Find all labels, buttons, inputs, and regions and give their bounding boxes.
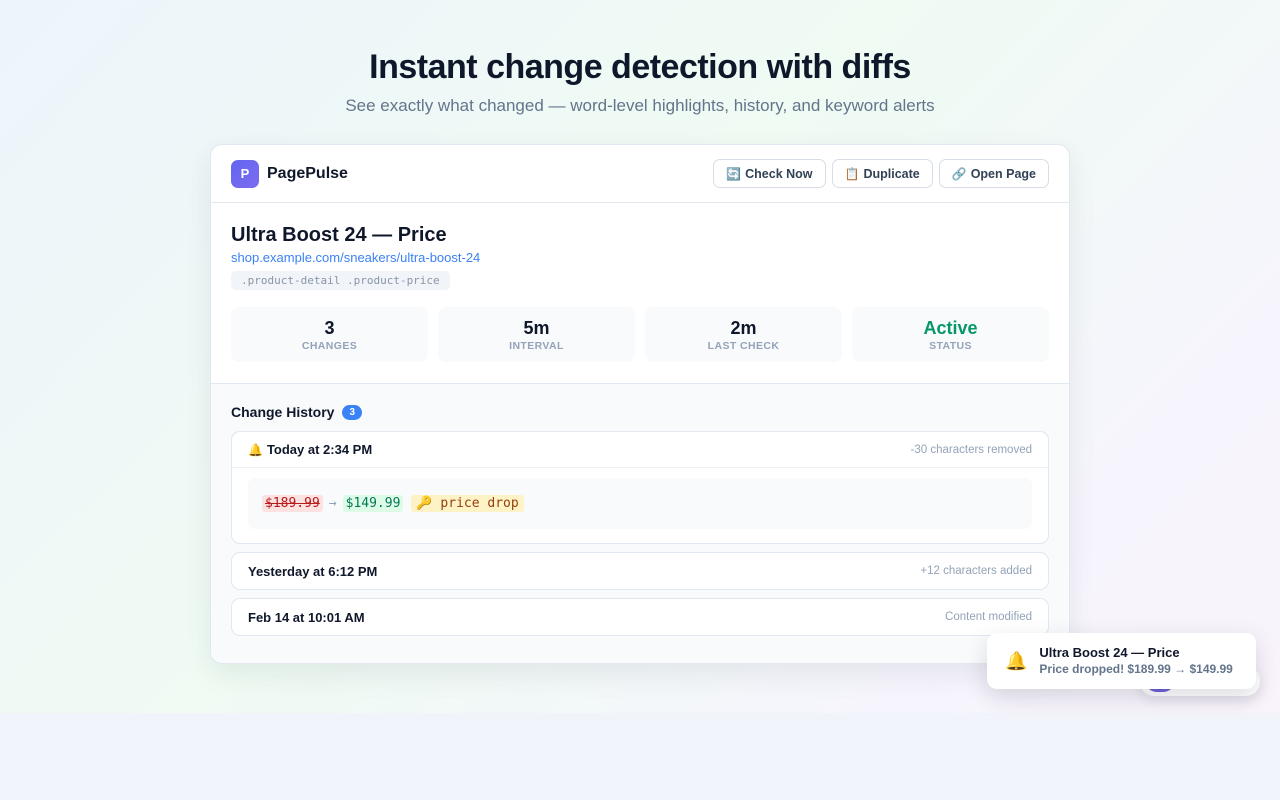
keyword-match-badge: 🔑 price drop	[411, 495, 524, 512]
clipboard-icon: 📋	[844, 166, 860, 181]
card-header: P PagePulse 🔄 Check Now 📋 Duplicate 🔗 Op…	[211, 145, 1069, 203]
bell-icon: 🔔	[248, 443, 263, 457]
monitor-url-link[interactable]: shop.example.com/sneakers/ultra-boost-24	[231, 250, 1049, 265]
monitor-title: Ultra Boost 24 — Price	[231, 224, 447, 246]
entry-meta: -30 characters removed	[910, 443, 1032, 456]
stat-label: INTERVAL	[509, 340, 564, 352]
diff-added: $149.99	[342, 495, 404, 512]
stat-interval: 5m INTERVAL	[438, 307, 635, 362]
header-actions: 🔄 Check Now 📋 Duplicate 🔗 Open Page	[713, 159, 1049, 188]
page-subheadline: See exactly what changed — word-level hi…	[345, 96, 935, 115]
entry-meta: +12 characters added	[920, 565, 1032, 577]
history-entry[interactable]: Feb 14 at 10:01 AM Content modified	[231, 598, 1049, 636]
toast-body: Ultra Boost 24 — Price Price dropped! $1…	[1039, 645, 1232, 677]
stat-last-check: 2m LAST CHECK	[645, 307, 842, 362]
change-history: Change History 3 🔔 Today at 2:34 PM -30 c…	[211, 384, 1069, 663]
stat-label: STATUS	[929, 340, 972, 352]
link-icon: 🔗	[951, 166, 967, 181]
diff-removed: $189.99	[262, 495, 323, 512]
monitor-card: P PagePulse 🔄 Check Now 📋 Duplicate 🔗 Op…	[210, 144, 1070, 664]
history-header: Change History 3	[231, 404, 1049, 420]
diff-wrap: $189.99 → $149.99 🔑 price drop	[232, 468, 1048, 543]
entry-time-label: Today at 2:34 PM	[266, 442, 373, 457]
entry-meta: Content modified	[945, 611, 1032, 623]
history-title: Change History	[231, 404, 335, 420]
entry-header[interactable]: 🔔 Today at 2:34 PM -30 characters removed	[232, 432, 1048, 468]
check-now-button[interactable]: 🔄 Check Now	[713, 159, 826, 188]
brand-name: PagePulse	[267, 164, 348, 182]
check-now-label: Check Now	[745, 166, 813, 181]
open-page-label: Open Page	[970, 166, 1036, 181]
history-count-badge: 3	[342, 404, 363, 420]
notification-toast[interactable]: 🔔 Ultra Boost 24 — Price Price dropped! …	[987, 633, 1256, 689]
entry-header[interactable]: Yesterday at 6:12 PM +12 characters adde…	[232, 553, 1048, 589]
bell-icon: 🔔	[1005, 650, 1028, 671]
stat-value: 5m	[523, 318, 550, 338]
diff-box: $189.99 → $149.99 🔑 price drop	[248, 478, 1032, 529]
status-badge: Active	[923, 318, 978, 338]
refresh-icon: 🔄	[726, 166, 742, 181]
toast-message: Price dropped! $189.99 → $149.99	[1039, 662, 1233, 676]
toast-title: Ultra Boost 24 — Price	[1039, 645, 1180, 660]
css-selector-chip: .product-detail .product-price	[231, 271, 450, 290]
brand: P PagePulse	[231, 159, 348, 188]
stat-value: 2m	[730, 318, 757, 338]
stats-row: 3 CHANGES 5m INTERVAL 2m LAST CHECK Acti…	[231, 307, 1049, 362]
page-headline: Instant change detection with diffs	[369, 48, 911, 86]
arrow-right-icon: →	[328, 496, 337, 511]
open-page-button[interactable]: 🔗 Open Page	[938, 159, 1049, 188]
brand-logo: P	[231, 159, 259, 188]
stat-changes: 3 CHANGES	[231, 307, 428, 362]
stat-label: LAST CHECK	[707, 340, 780, 352]
monitor-detail: Ultra Boost 24 — Price shop.example.com/…	[211, 203, 1069, 384]
stat-value: 3	[324, 318, 335, 338]
history-entry[interactable]: Yesterday at 6:12 PM +12 characters adde…	[231, 552, 1049, 590]
entry-time: Feb 14 at 10:01 AM	[248, 609, 365, 625]
entry-header[interactable]: Feb 14 at 10:01 AM Content modified	[232, 599, 1048, 635]
entry-time: Yesterday at 6:12 PM	[248, 563, 378, 579]
duplicate-label: Duplicate	[863, 166, 920, 181]
stat-label: CHANGES	[301, 340, 358, 352]
stat-status: Active STATUS	[852, 307, 1049, 362]
duplicate-button[interactable]: 📋 Duplicate	[831, 159, 933, 188]
entry-time: 🔔 Today at 2:34 PM	[248, 442, 372, 457]
history-entry[interactable]: 🔔 Today at 2:34 PM -30 characters removed…	[231, 431, 1049, 544]
